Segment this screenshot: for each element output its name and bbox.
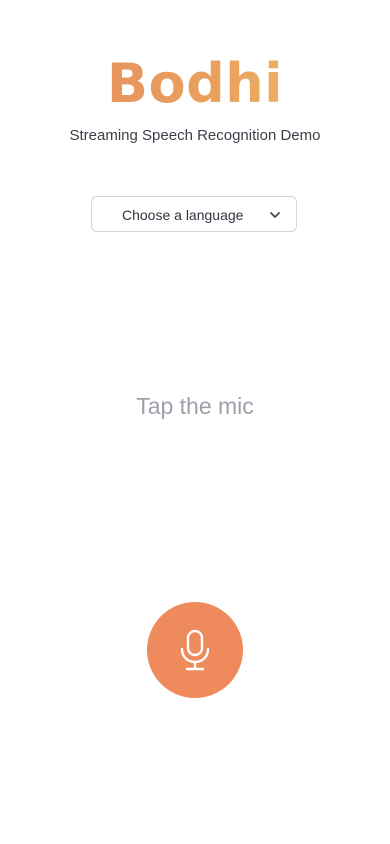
language-select-value: Choose a language [122,207,244,223]
microphone-icon [180,629,210,671]
mic-prompt: Tap the mic [136,393,254,419]
mic-button[interactable] [147,602,243,698]
chevron-down-icon [270,212,280,218]
app-logo: Bodhi [0,50,390,118]
page-subtitle: Streaming Speech Recognition Demo [69,127,321,144]
language-select[interactable]: Choose a language [91,196,297,232]
